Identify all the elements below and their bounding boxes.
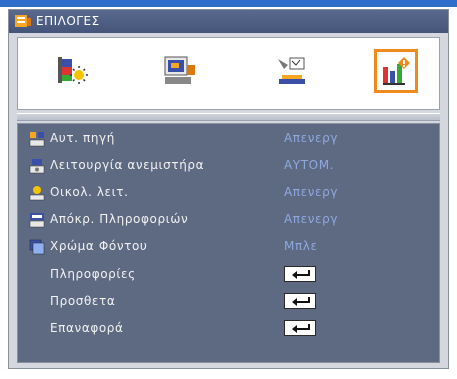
menu-item-information[interactable]: Πληροφορίες bbox=[18, 264, 439, 286]
menu-item-eco-mode[interactable]: Οικολ. λειτ. Απενεργ bbox=[18, 182, 439, 204]
setup-projector-icon bbox=[278, 57, 305, 84]
enter-icon bbox=[292, 270, 310, 279]
info-hide-icon bbox=[29, 213, 45, 228]
source-lock-icon bbox=[29, 132, 45, 147]
enter-icon bbox=[292, 324, 310, 333]
enter-button[interactable] bbox=[284, 320, 316, 336]
menu-item-label: Απόκρ. Πληροφοριών bbox=[50, 212, 189, 226]
menu-item-label: Επαναφορά bbox=[50, 321, 124, 335]
menu-item-label: Προσθετα bbox=[50, 294, 116, 308]
options-menu-icon bbox=[15, 15, 31, 27]
menu-item-info-hide[interactable]: Απόκρ. Πληροφοριών Απενεργ bbox=[18, 209, 439, 231]
menu-item-value: Απενεργ bbox=[284, 185, 339, 199]
window-title: ΕΠΙΛΟΓΕΣ bbox=[36, 14, 100, 28]
menu-item-reset[interactable]: Επαναφορά bbox=[18, 318, 439, 340]
tab-image[interactable] bbox=[50, 49, 94, 93]
menu-item-value: Απενεργ bbox=[284, 212, 339, 226]
menu-item-auto-source[interactable]: Αυτ. πηγή Απενεργ bbox=[18, 128, 439, 150]
options-list: Αυτ. πηγή Απενεργ Λειτουργία ανεμιστήρα … bbox=[17, 123, 440, 363]
menu-item-label: Πληροφορίες bbox=[50, 267, 136, 281]
tab-options[interactable] bbox=[374, 49, 418, 93]
menu-item-label: Αυτ. πηγή bbox=[50, 131, 115, 145]
eco-mode-icon bbox=[29, 186, 45, 201]
image-color-icon bbox=[58, 57, 88, 84]
enter-button[interactable] bbox=[284, 266, 316, 282]
menu-item-advanced[interactable]: Προσθετα bbox=[18, 291, 439, 313]
enter-icon bbox=[292, 297, 310, 306]
menu-item-value: Μπλε bbox=[284, 239, 318, 253]
fan-icon bbox=[29, 159, 45, 174]
display-screen-icon bbox=[164, 56, 195, 84]
enter-button[interactable] bbox=[284, 293, 316, 309]
tab-setup[interactable] bbox=[269, 49, 313, 93]
menu-item-background-color[interactable]: Χρώμα Φόντου Μπλε bbox=[18, 236, 439, 258]
tab-bar bbox=[17, 37, 440, 110]
title-bar: ΕΠΙΛΟΓΕΣ bbox=[9, 10, 448, 33]
top-accent-bar bbox=[0, 0, 457, 7]
options-bars-icon bbox=[383, 57, 410, 85]
tab-display[interactable] bbox=[158, 49, 202, 93]
options-menu-window: ΕΠΙΛΟΓΕΣ Αυτ. πηγή Απενεργ Λειτουργία αν… bbox=[8, 9, 449, 369]
menu-item-value: Απενεργ bbox=[284, 131, 339, 145]
menu-item-value: ΑΥΤΟΜ. bbox=[284, 158, 335, 172]
menu-item-label: Λειτουργία ανεμιστήρα bbox=[50, 158, 205, 172]
menu-item-label: Χρώμα Φόντου bbox=[50, 239, 148, 253]
background-color-icon bbox=[29, 239, 45, 255]
divider bbox=[17, 113, 440, 121]
menu-item-fan-mode[interactable]: Λειτουργία ανεμιστήρα ΑΥΤΟΜ. bbox=[18, 155, 439, 177]
menu-item-label: Οικολ. λειτ. bbox=[50, 185, 129, 199]
